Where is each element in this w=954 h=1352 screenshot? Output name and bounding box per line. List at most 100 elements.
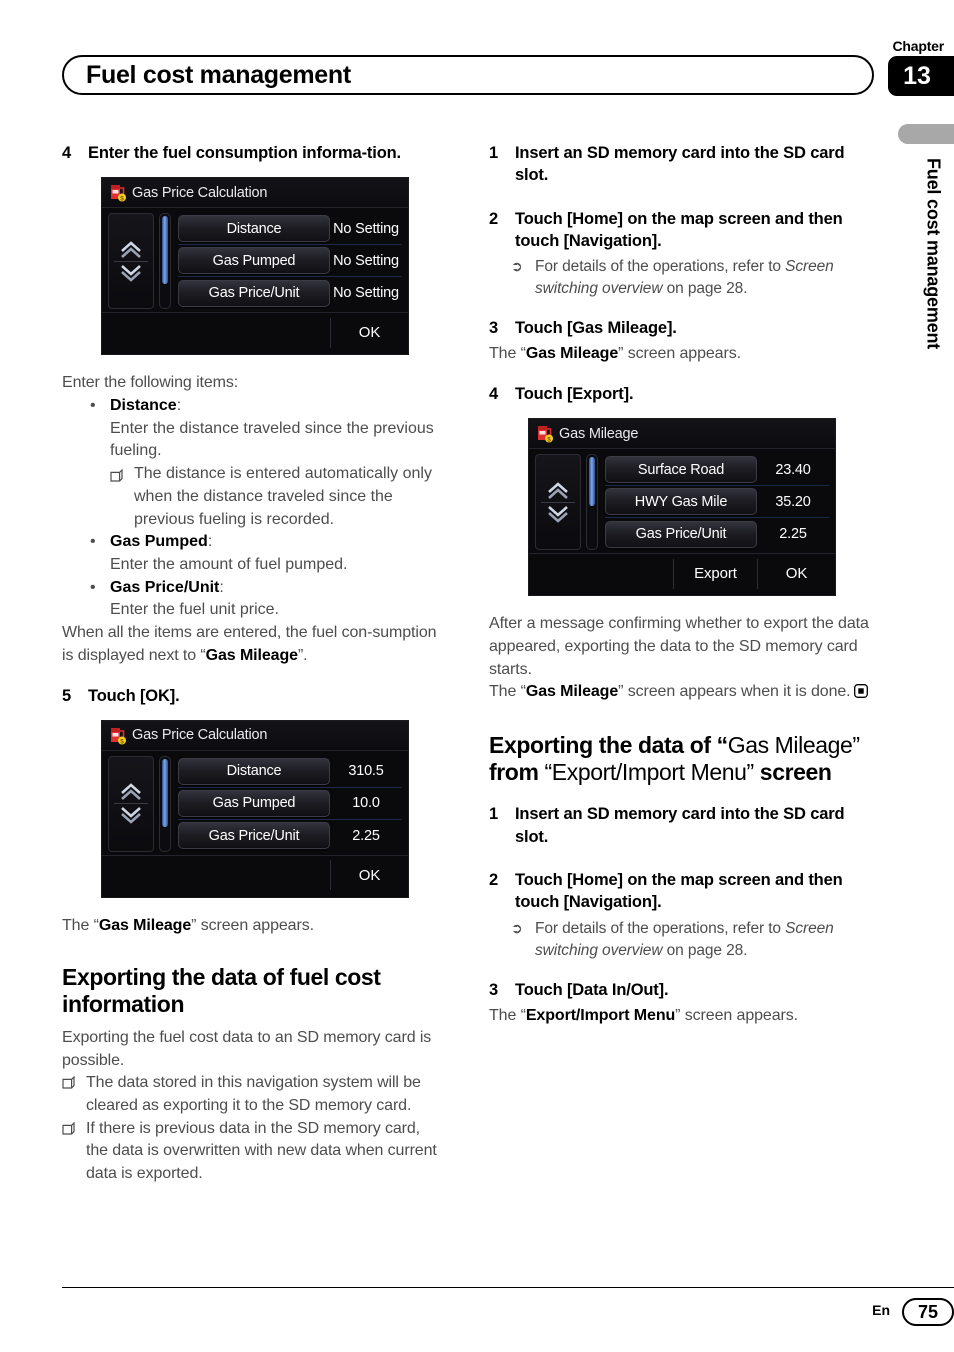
- row-button-distance[interactable]: Distance: [178, 215, 330, 243]
- export-confirmation-text: After a message confirming whether to ex…: [489, 615, 869, 678]
- step-number: 2: [489, 870, 499, 889]
- row-value-distance: 310.5: [348, 763, 384, 780]
- list-item[interactable]: Gas Pumped No Setting: [178, 245, 402, 278]
- note-square-icon: [62, 1072, 86, 1117]
- chevron-up-double-icon[interactable]: [118, 239, 144, 261]
- text-pre: The “: [489, 1006, 526, 1024]
- section-heading-export-fuel-cost: Exporting the data of fuel cost informat…: [62, 963, 381, 1017]
- list-item[interactable]: Gas Price/Unit 2.25: [178, 820, 402, 852]
- section-heading-export-gas-mileage: Exporting the data of “Gas Mileage” from…: [489, 732, 869, 786]
- row-button-gas-price-unit[interactable]: Gas Price/Unit: [178, 822, 330, 850]
- step-text: Enter the fuel consumption informa-tion.: [88, 144, 401, 162]
- row-value-surface-road: 23.40: [775, 461, 811, 478]
- list-item[interactable]: Gas Price/Unit No Setting: [178, 277, 402, 309]
- chevron-down-double-icon[interactable]: [118, 262, 144, 284]
- step-number: 4: [62, 144, 72, 162]
- step-text: Touch [Gas Mileage].: [515, 319, 677, 338]
- device-title-bar: $ Gas Price Calculation: [102, 178, 408, 209]
- scroll-arrows[interactable]: [108, 755, 154, 852]
- chapter-label: Chapter: [892, 38, 945, 54]
- chevron-up-double-icon[interactable]: [118, 781, 144, 803]
- note-square-icon: [110, 463, 134, 531]
- gas-pump-icon: $: [111, 727, 126, 745]
- step-4-fuel-consumption: 4 Enter the fuel consumption informa-tio…: [62, 142, 442, 164]
- list-item[interactable]: HWY Gas Mile 35.20: [605, 486, 829, 519]
- text-pre: The “: [62, 916, 99, 934]
- section-note-2: If there is previous data in the SD memo…: [62, 1118, 442, 1186]
- row-button-gas-pumped[interactable]: Gas Pumped: [178, 247, 330, 275]
- step-2-touch-home-navigation: 2 Touch [Home] on the map screen and the…: [489, 208, 869, 253]
- row-button-gas-pumped[interactable]: Gas Pumped: [178, 789, 330, 817]
- ok-button[interactable]: OK: [330, 317, 408, 348]
- device-title-bar: $ Gas Price Calculation: [102, 720, 408, 751]
- bullet-distance: • Distance: Enter the distance traveled …: [62, 395, 442, 531]
- note-square-icon: [62, 1118, 86, 1186]
- scrollbar[interactable]: [159, 213, 171, 310]
- chevron-down-double-icon[interactable]: [545, 503, 571, 525]
- text-post: ” screen appears.: [675, 1006, 798, 1024]
- chevron-up-double-icon[interactable]: [545, 480, 571, 502]
- row-button-gas-price-unit[interactable]: Gas Price/Unit: [178, 279, 330, 307]
- note-text: The data stored in this navigation syste…: [86, 1074, 421, 1114]
- ok-button[interactable]: OK: [757, 558, 835, 589]
- step-text: Insert an SD memory card into the SD car…: [515, 805, 845, 846]
- device-title: Gas Price Calculation: [132, 184, 268, 201]
- s2-reference-screen-switching-overview: ➲ For details of the operations, refer t…: [489, 918, 869, 962]
- list-item[interactable]: Gas Price/Unit 2.25: [605, 518, 829, 550]
- scrollbar-thumb[interactable]: [162, 758, 168, 827]
- s2-step-1-insert-sd-card: 1 Insert an SD memory card into the SD c…: [489, 803, 869, 848]
- reference-screen-switching-overview: ➲ For details of the operations, refer t…: [489, 256, 869, 300]
- chevron-down-double-icon[interactable]: [118, 804, 144, 826]
- device-body: Surface Road 23.40 HWY Gas Mile 35.20 Ga…: [529, 449, 835, 551]
- heading-part-4: “Export/Import Menu”: [544, 759, 760, 786]
- list-item[interactable]: Distance 310.5: [178, 756, 402, 788]
- text-post: ” screen appears.: [191, 916, 314, 934]
- ref-pre: For details of the operations, refer to: [535, 919, 786, 937]
- scrollbar[interactable]: [586, 454, 598, 551]
- reference-text: For details of the operations, refer to …: [535, 918, 869, 962]
- scroll-arrows[interactable]: [108, 213, 154, 310]
- ok-button[interactable]: OK: [330, 860, 408, 891]
- list-item[interactable]: Surface Road 23.40: [605, 454, 829, 487]
- row-button-distance[interactable]: Distance: [178, 757, 330, 785]
- gas-pump-icon: $: [111, 185, 126, 202]
- step-text: Touch [OK].: [88, 686, 180, 705]
- bullet-desc: Enter the fuel unit price.: [110, 601, 279, 619]
- list-item[interactable]: Gas Pumped 10.0: [178, 788, 402, 820]
- row-button-gas-price-unit[interactable]: Gas Price/Unit: [605, 520, 757, 548]
- list-item[interactable]: Distance No Setting: [178, 213, 402, 246]
- bullet-gas-price-unit: • Gas Price/Unit: Enter the fuel unit pr…: [62, 577, 442, 622]
- device-body: Distance No Setting Gas Pumped No Settin…: [102, 208, 408, 310]
- scrollbar[interactable]: [159, 755, 171, 852]
- scroll-arrows[interactable]: [535, 454, 581, 551]
- text-bold: Gas Mileage: [98, 916, 192, 934]
- device-title: Gas Price Calculation: [132, 727, 268, 744]
- step-text: Touch [Data In/Out].: [515, 980, 669, 999]
- footer-page-number: 75: [902, 1298, 954, 1326]
- scrollbar-thumb[interactable]: [162, 216, 168, 284]
- gas-pump-icon: $: [538, 426, 553, 443]
- bullet-gas-pumped: • Gas Pumped: Enter the amount of fuel p…: [62, 531, 442, 576]
- heading-part-5: screen: [759, 759, 832, 786]
- scrollbar-thumb[interactable]: [589, 457, 595, 507]
- device-footer: Export OK: [529, 553, 835, 593]
- bullet-dot: •: [90, 396, 96, 414]
- s2-step-2-touch-home-navigation: 2 Touch [Home] on the map screen and the…: [489, 869, 869, 914]
- section-note-1: The data stored in this navigation syste…: [62, 1072, 442, 1117]
- step-text: Insert an SD memory card into the SD car…: [515, 144, 845, 185]
- settings-list: Distance 310.5 Gas Pumped 10.0 Gas Price…: [178, 756, 402, 852]
- device-body: Distance 310.5 Gas Pumped 10.0 Gas Price…: [102, 751, 408, 852]
- row-value-gas-price-unit: 2.25: [779, 526, 807, 543]
- row-button-hwy-gas-mile[interactable]: HWY Gas Mile: [605, 488, 757, 516]
- text-bold: Export/Import Menu: [525, 1006, 676, 1024]
- bullet-note: The distance is entered automatically on…: [90, 463, 442, 531]
- step-number: 5: [62, 686, 72, 705]
- step-number: 4: [489, 385, 499, 404]
- device-title: Gas Mileage: [559, 425, 639, 442]
- export-button[interactable]: Export: [673, 558, 757, 589]
- row-button-surface-road[interactable]: Surface Road: [605, 456, 757, 484]
- text-bold: Gas Mileage: [525, 345, 619, 363]
- note-text: If there is previous data in the SD memo…: [86, 1119, 437, 1183]
- step-1-insert-sd-card: 1 Insert an SD memory card into the SD c…: [489, 142, 869, 187]
- reference-text: For details of the operations, refer to …: [535, 256, 869, 300]
